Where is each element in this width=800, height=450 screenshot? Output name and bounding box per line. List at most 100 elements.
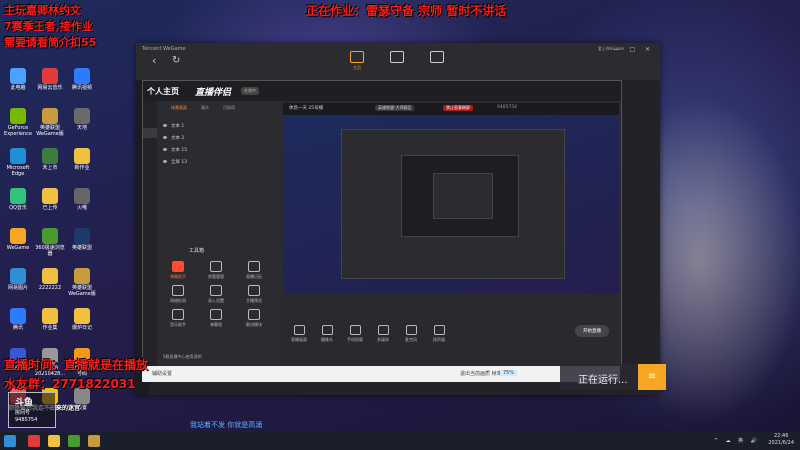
sidebar-item[interactable] (143, 185, 157, 195)
folder-icon[interactable] (48, 435, 60, 447)
help-note[interactable]: S数直播中心使用说明 (163, 354, 202, 360)
tab-video[interactable] (424, 49, 450, 73)
settings-button[interactable]: 辅助设置 (152, 370, 172, 377)
app-icon (10, 108, 26, 124)
live-helper-window: 个人主页 直播伴侣 在线中 场景画面 观众 可选项 文本 1 文本 2 文本 1… (142, 80, 622, 367)
desktop-icon[interactable]: 新作业 (66, 148, 98, 171)
desktop-icon-label: Microsoft Edge (6, 165, 30, 177)
tool-icon (248, 309, 260, 320)
system-tray[interactable]: ^ ☁ 英 🔊 (714, 437, 760, 444)
desktop-icon[interactable]: 未上市 (34, 148, 66, 171)
sidebar-item[interactable] (143, 261, 157, 271)
layer-item[interactable]: 文本 15 (163, 147, 187, 153)
desktop-icon-label: 网易图片 (7, 285, 28, 291)
quality-select[interactable]: 退出当前画质 帧率 (460, 370, 502, 377)
layer-item[interactable]: 全屏 13 (163, 159, 187, 165)
desktop-icon[interactable]: QQ音乐 (2, 188, 34, 211)
desktop-icon[interactable]: 已上传 (34, 188, 66, 211)
app-icon (74, 108, 90, 124)
sidebar-item[interactable] (143, 337, 157, 347)
start-icon[interactable] (4, 435, 16, 447)
menu-button[interactable]: ≡ (638, 364, 666, 390)
sidebar-item[interactable] (143, 242, 157, 252)
room-title[interactable]: 休息一天 25号播 (289, 105, 323, 111)
category-tag[interactable]: 英雄联盟-大师赛区 (375, 105, 415, 111)
sidebar-item[interactable] (143, 166, 157, 176)
sidebar-item[interactable] (143, 280, 157, 290)
clock-time: 22:46 (773, 433, 789, 439)
live-helper-logo: 直播伴侣 (195, 88, 232, 98)
desktop-icon[interactable]: 英雄联盟 WeGame版 (66, 268, 98, 297)
control-icon (433, 325, 445, 335)
layer-item[interactable]: 文本 1 (163, 123, 184, 129)
desktop-icon[interactable]: Microsoft Edge (2, 148, 34, 177)
back-arrow-icon[interactable]: ‹ (152, 54, 156, 67)
sidebar-item[interactable] (143, 109, 157, 119)
tool-button[interactable]: 弹幕墙 (201, 309, 231, 328)
desktop-icon[interactable]: GeForce Experience (2, 108, 34, 137)
desktop-icon[interactable]: 网易图片 (2, 268, 34, 291)
desktop-icon[interactable]: 2222222 (34, 268, 66, 291)
sidebar-item[interactable] (143, 299, 157, 309)
refresh-icon[interactable]: ↻ (172, 55, 180, 66)
tool-label: 直播日历 (246, 274, 262, 279)
taskbar: ^ ☁ 英 🔊 22:46 2021/6/24 (0, 432, 800, 450)
desktop-icon[interactable]: 腾讯视频 (66, 68, 98, 91)
control-icon (349, 325, 361, 335)
sidebar-item[interactable] (143, 223, 157, 233)
desktop-icon[interactable]: 火哦 (66, 188, 98, 211)
tool-button[interactable]: 房管管理 (201, 261, 231, 280)
desktop-icon[interactable]: 爆炉日记 (66, 308, 98, 331)
tab-scene[interactable]: 场景画面 (171, 105, 187, 111)
clock[interactable]: 22:46 2021/6/24 (768, 433, 794, 447)
preview-header: 休息一天 25号播 英雄联盟-大师赛区 禁止恶意刷屏 9485754 (283, 103, 619, 115)
tool-label: 弹幕墙 (210, 322, 222, 327)
tab-home[interactable]: 主页 (344, 49, 370, 73)
control-button[interactable]: 手机投屏 (341, 325, 369, 343)
desktop-icon[interactable]: 此电脑 (2, 68, 34, 91)
browser-icon[interactable] (68, 435, 80, 447)
window-controls[interactable]: — □ ✕ (613, 46, 654, 53)
start-live-button[interactable]: 开始直播 (575, 325, 609, 337)
control-button[interactable]: 摄像头 (313, 325, 341, 343)
eye-icon[interactable] (163, 148, 167, 151)
tool-button[interactable]: 主播预览 (239, 285, 269, 304)
tool-button[interactable]: 弹幕助手 (163, 261, 193, 280)
desktop-icon[interactable]: WeGame (2, 228, 34, 251)
desktop-icon[interactable]: 英雄联盟 (66, 228, 98, 251)
desktop-icon[interactable]: 360极速浏览器 (34, 228, 66, 257)
tool-icon (172, 285, 184, 296)
sidebar-item[interactable] (143, 204, 157, 214)
layer-label: 文本 15 (171, 148, 188, 153)
control-button[interactable]: 多媒体 (369, 325, 397, 343)
desktop-icon[interactable]: 英雄联盟 WeGame版 (34, 108, 66, 137)
tab-audience[interactable]: 观众 (201, 105, 209, 111)
desktop-icon[interactable]: 网易云音乐 (34, 68, 66, 91)
taskbar-app-icon[interactable] (28, 435, 40, 447)
layer-label: 文本 1 (171, 124, 185, 129)
tab-store[interactable] (384, 49, 410, 73)
control-button[interactable]: 直播画面 (285, 325, 313, 343)
control-button[interactable]: 麦克风 (397, 325, 425, 343)
game-icon[interactable] (88, 435, 100, 447)
sidebar-item[interactable] (143, 147, 157, 157)
control-button[interactable]: 扬声器 (425, 325, 453, 343)
sidebar-item[interactable] (143, 128, 157, 138)
desktop-icon[interactable]: 腾讯 (2, 308, 34, 331)
tool-button[interactable]: 音乐助手 (163, 309, 193, 328)
tool-button[interactable]: 录入设置 (201, 285, 231, 304)
tab-options[interactable]: 可选项 (223, 105, 235, 111)
tool-button[interactable]: 网络检测 (163, 285, 193, 304)
eye-icon[interactable] (163, 160, 167, 163)
tool-button[interactable]: 歌词模块 (239, 309, 269, 328)
toolbox-title: 工具箱 (189, 248, 205, 254)
sidebar-item[interactable] (143, 318, 157, 328)
eye-icon[interactable] (163, 124, 167, 127)
tool-button[interactable]: 直播日历 (239, 261, 269, 280)
desktop-icon[interactable]: 作业集 (34, 308, 66, 331)
layer-item[interactable]: 文本 2 (163, 135, 184, 141)
desktop-icon[interactable]: 天地 (66, 108, 98, 131)
control-label: 麦克风 (405, 337, 417, 342)
app-icon (10, 228, 26, 244)
eye-icon[interactable] (163, 136, 167, 139)
